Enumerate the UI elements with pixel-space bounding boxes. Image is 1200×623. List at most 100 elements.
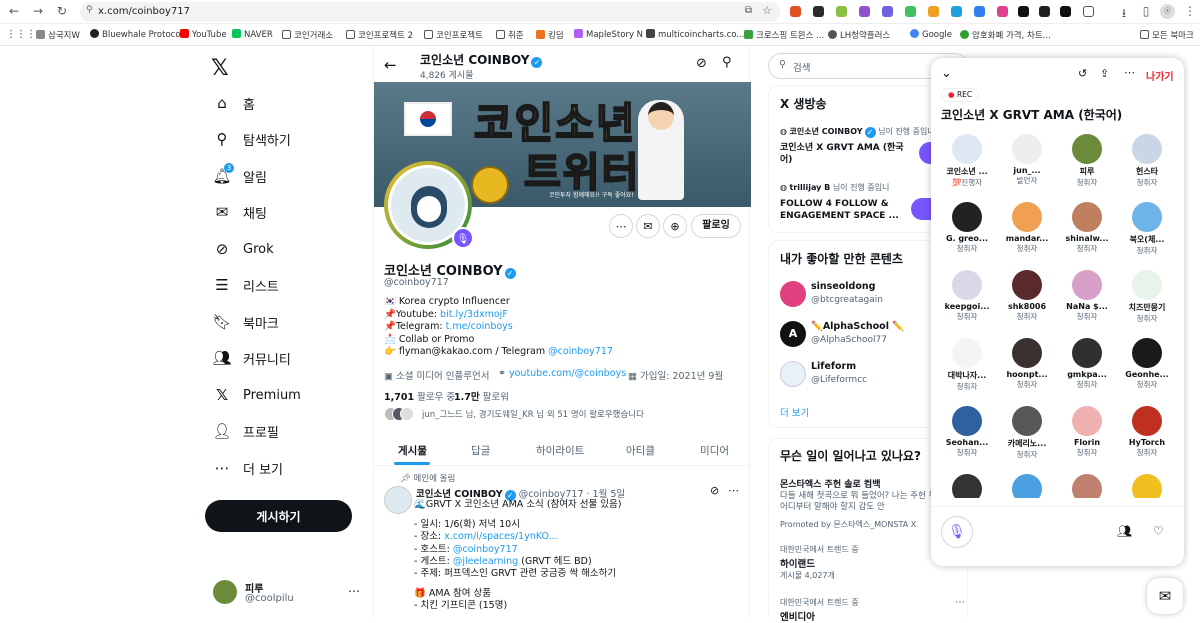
nav-communities[interactable]: 👥︎ 커뮤니티 (212, 343, 290, 373)
menu-icon[interactable]: ⋮ (1182, 4, 1198, 18)
participant[interactable]: G. greo... 청취자 (937, 202, 997, 254)
nav-more[interactable]: ⋯ 더 보기 (213, 453, 284, 483)
post-avatar[interactable] (384, 486, 412, 514)
bookmark-item[interactable]: NAVER (232, 29, 273, 40)
nav-lists[interactable]: ☰ 리스트 (213, 270, 279, 300)
extension-icon[interactable] (997, 6, 1008, 17)
guest-mention[interactable]: @jleelearning (453, 556, 518, 567)
participant[interactable]: NaNa $... 청취자 (1057, 270, 1117, 322)
trend-item[interactable]: 대한민국에서 트렌드 중 엔비디아 ⋯ (769, 597, 969, 623)
bookmark-folder[interactable]: 취준 (496, 29, 524, 41)
participant[interactable]: Florin 청취자 (1057, 406, 1117, 458)
participant[interactable]: HyTorch 청취자 (1117, 406, 1177, 458)
install-icon[interactable]: ⧉ (745, 5, 752, 16)
tab-posts[interactable]: 게시물 (398, 443, 427, 458)
sidepanel-icon[interactable]: ▯ (1138, 4, 1154, 18)
participant[interactable]: 대박나자... 청취자 (937, 338, 997, 392)
account-switcher[interactable]: 피루 @coolpilu ⋯ (213, 580, 363, 608)
post-button[interactable]: 게시하기 (205, 500, 352, 532)
clip-icon[interactable]: ↺ (1078, 67, 1087, 80)
extension-icon[interactable] (859, 6, 870, 17)
participant[interactable]: hoonpt... 청취자 (997, 338, 1057, 390)
download-icon[interactable]: ⭳ (1116, 4, 1132, 25)
site-info-icon[interactable]: ⚲ (86, 5, 93, 15)
followers-count[interactable]: 1.7만 팔로워 (454, 389, 509, 403)
participant[interactable]: Geonhe... 청취자 (1117, 338, 1177, 390)
nav-premium[interactable]: 𝕏 Premium (213, 380, 301, 410)
participant[interactable]: 코인소년 ... 💯진행자 (937, 134, 997, 188)
space-link[interactable]: x.com/i/spaces/1ynKO... (444, 531, 558, 542)
nav-home[interactable]: ⌂ 홈 (213, 88, 255, 118)
extension-icon[interactable] (905, 6, 916, 17)
bookmark-folder[interactable]: 코인프로젝트 2 (346, 29, 413, 41)
participant[interactable]: shinalw... 청취자 (1057, 202, 1117, 254)
extension-icon[interactable] (1039, 6, 1050, 17)
extension-icon[interactable] (813, 6, 824, 17)
bookmark-item[interactable]: 삼국지W (36, 29, 80, 41)
reload-icon[interactable]: ↻ (54, 4, 70, 18)
extension-icon[interactable] (790, 6, 801, 17)
nav-grok[interactable]: ⊘ Grok (213, 234, 274, 264)
extension-icon[interactable] (836, 6, 847, 17)
bookmark-item[interactable]: 킹덤 (536, 29, 564, 41)
participants-icon[interactable]: 👥︎ (1117, 524, 1132, 538)
bookmark-item[interactable]: multicoincharts.co... (646, 29, 744, 40)
more-options-button[interactable]: ⋯ (609, 214, 633, 238)
grok-profile-button[interactable]: ⊕ (663, 214, 687, 238)
youtube-link[interactable]: bit.ly/3dxmojF (440, 309, 508, 320)
apps-icon[interactable]: ⋮⋮⋮ (6, 29, 36, 40)
star-icon[interactable]: ☆ (762, 4, 772, 17)
message-button[interactable]: ✉ (636, 214, 660, 238)
collapse-chevron-icon[interactable]: ⌄ (941, 66, 952, 81)
bookmark-item[interactable]: 암호화폐 가격, 차트... (960, 29, 1051, 41)
tab-highlights[interactable]: 하이라이트 (536, 443, 584, 458)
forward-icon[interactable]: → (30, 4, 46, 18)
address-bar[interactable]: ⚲ x.com/coinboy717 ⧉ ☆ (80, 2, 780, 22)
profile-avatar[interactable]: ⓢ (1160, 4, 1175, 19)
host-mention[interactable]: @coinboy717 (453, 544, 518, 555)
nav-chat[interactable]: ✉ 채팅 (213, 197, 267, 227)
nav-explore[interactable]: ⚲ 탐색하기 (213, 124, 291, 154)
grok-post-icon[interactable]: ⊘ (710, 484, 719, 497)
trend-more-icon[interactable]: ⋯ (955, 597, 965, 608)
back-icon[interactable]: ← (6, 4, 22, 18)
extension-icon[interactable] (974, 6, 985, 17)
participant[interactable]: keepgoi... 청취자 (937, 270, 997, 322)
mic-button[interactable]: 🎙︎ (941, 516, 973, 548)
participant[interactable]: shk8006 청취자 (997, 270, 1057, 322)
nav-bookmarks[interactable]: 🔖︎ 북마크 (212, 307, 278, 337)
leave-button[interactable]: 나가기 (1146, 68, 1174, 83)
participant[interactable]: 북오(체... 청취자 (1117, 202, 1177, 256)
x-logo-icon[interactable]: 𝕏 (211, 56, 229, 81)
bookmark-item[interactable]: Bluewhale Protocol (90, 29, 183, 40)
bookmark-folder[interactable]: 모든 북마크 (1140, 29, 1194, 41)
space-more-icon[interactable]: ⋯ (1124, 66, 1135, 79)
extension-icon[interactable] (882, 6, 893, 17)
following-button[interactable]: 팔로잉 (691, 214, 741, 238)
post-more-icon[interactable]: ⋯ (728, 484, 739, 497)
extension-icon[interactable] (1018, 6, 1029, 17)
extension-icon[interactable] (1060, 6, 1071, 17)
tab-replies[interactable]: 답글 (471, 443, 490, 458)
bookmark-item[interactable]: MapleStory N (574, 29, 643, 40)
telegram-handle-link[interactable]: @coinboy717 (548, 346, 613, 357)
nav-notifications[interactable]: 🔔︎ 3 알림 (212, 161, 267, 191)
participant[interactable]: mandar... 청취자 (997, 202, 1057, 254)
grok-icon[interactable]: ⊘ (696, 56, 707, 71)
tab-media[interactable]: 미디어 (700, 443, 729, 458)
participant[interactable]: 피루 청취자 (1057, 134, 1117, 188)
bookmark-item[interactable]: 크로스핑 트윈스 ... (744, 29, 824, 41)
back-arrow-icon[interactable]: ← (384, 56, 397, 74)
participant[interactable]: 치즈만뭉기 청취자 (1117, 270, 1177, 324)
extension-icon[interactable] (951, 6, 962, 17)
bookmark-folder[interactable]: 코인프로젝트 (424, 29, 483, 41)
tab-articles[interactable]: 아티클 (626, 443, 655, 458)
search-icon[interactable]: ⚲ (722, 55, 732, 70)
messages-drawer-button[interactable]: ✉ (1147, 578, 1183, 614)
followed-by-text[interactable]: jun_그느드 님, 경기도웨일_KR 님 외 51 명이 팔로우했습니다 (422, 408, 644, 420)
telegram-link[interactable]: t.me/coinboys (446, 321, 513, 332)
participant[interactable]: 헌스타 청취자 (1117, 134, 1177, 188)
website-link[interactable]: ⚭ youtube.com/@coinboys (498, 368, 626, 379)
participant[interactable]: Seohan... 청취자 (937, 406, 997, 458)
participant[interactable]: jun_... 발언자 (997, 134, 1057, 186)
